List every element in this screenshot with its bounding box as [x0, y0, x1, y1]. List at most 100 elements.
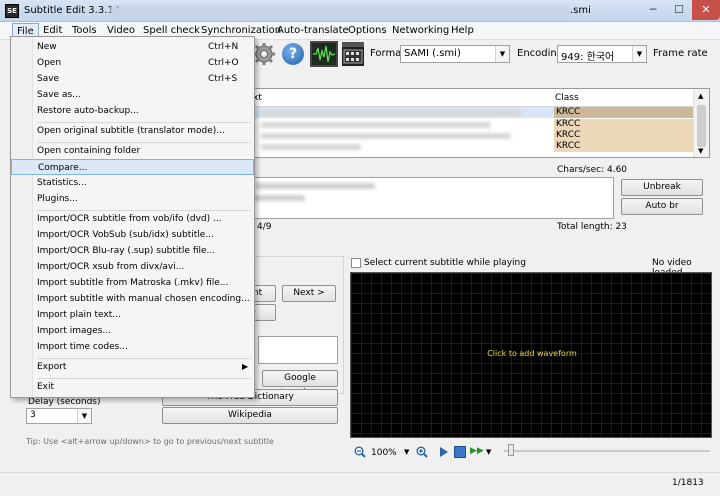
delay-select[interactable]: 3 ▼ — [26, 408, 92, 424]
row-text-blurred — [261, 133, 511, 139]
status-position: 1/1813 — [672, 478, 704, 488]
menu-item-export[interactable]: Export ▶ — [11, 359, 254, 375]
menu-item-plugins[interactable]: Plugins... — [11, 191, 254, 207]
menu-networking[interactable]: Networking — [392, 25, 449, 36]
file-menu-dropdown: New Ctrl+N Open Ctrl+O Save Ctrl+S Save as.… — [10, 36, 255, 398]
select-current-checkbox[interactable] — [351, 258, 361, 268]
position-slider[interactable] — [504, 450, 710, 452]
delay-label: Delay (seconds) — [28, 397, 101, 407]
column-class[interactable]: Class — [555, 93, 579, 103]
menu-item-open[interactable]: Open Ctrl+O — [11, 55, 254, 71]
status-bar: 1/1813 — [0, 472, 720, 496]
menu-item-import-timecodes[interactable]: Import time codes... — [11, 339, 254, 355]
zoom-out-icon[interactable] — [354, 446, 366, 458]
menu-auto-translate[interactable]: Auto-translate — [277, 25, 349, 36]
minimize-button[interactable]: ─ — [640, 0, 666, 20]
app-icon[interactable]: SE — [5, 4, 19, 18]
menu-item-save[interactable]: Save Ctrl+S — [11, 71, 254, 87]
wikipedia-button[interactable]: Wikipedia — [162, 407, 338, 424]
delay-select-value: 3 — [30, 410, 36, 420]
table-row[interactable]: KRCC — [241, 130, 693, 141]
row-text-blurred — [261, 110, 521, 116]
chevron-down-icon: ▼ — [495, 46, 509, 62]
menu-video[interactable]: Video — [107, 25, 135, 36]
menu-item-import-matroska[interactable]: Import subtitle from Matroska (.mkv) fil… — [11, 275, 254, 291]
menu-item-compare[interactable]: Compare... — [11, 159, 254, 175]
table-row[interactable]: KRCC — [241, 107, 693, 118]
menu-item-open-original[interactable]: Open original subtitle (translator mode)… — [11, 123, 254, 139]
menu-tools[interactable]: Tools — [72, 25, 97, 36]
zoom-in-icon[interactable] — [416, 446, 428, 458]
menu-options[interactable]: Options — [348, 25, 387, 36]
next-button[interactable]: Next > — [282, 285, 336, 302]
frame-rate-label: Frame rate — [653, 48, 708, 59]
format-select[interactable]: SAMI (.smi) ▼ — [400, 45, 510, 63]
row-class: KRCC — [554, 119, 693, 130]
subtitle-text-editor[interactable] — [240, 177, 614, 219]
line-info: 4/9 — [257, 222, 272, 232]
table-row[interactable]: KRCC — [241, 141, 693, 152]
menu-item-import-vobsub[interactable]: Import/OCR VobSub (sub/idx) subtitle... — [11, 227, 254, 243]
menu-item-import-xsub[interactable]: Import/OCR xsub from divx/avi... — [11, 259, 254, 275]
menu-item-save-as[interactable]: Save as... — [11, 87, 254, 103]
chevron-down-icon[interactable]: ▼ — [404, 448, 409, 456]
menu-spell-check[interactable]: Spell check — [143, 25, 200, 36]
title-path-blurred — [110, 6, 570, 16]
scroll-thumb[interactable] — [697, 105, 706, 147]
menu-item-import-encoding[interactable]: Import subtitle with manual chosen encod… — [11, 291, 254, 307]
menu-item-statistics[interactable]: Statistics... — [11, 175, 254, 191]
waveform-toggle-icon[interactable] — [310, 41, 338, 67]
menu-synchronization[interactable]: Synchronization — [201, 25, 281, 36]
waveform-panel[interactable]: Click to add waveform — [350, 272, 712, 438]
menu-item-new[interactable]: New Ctrl+N — [11, 39, 254, 55]
list-header: xt Class — [241, 89, 709, 107]
help-icon[interactable]: ? — [282, 43, 304, 65]
total-length: Total length: 23 — [557, 222, 627, 232]
zoom-level[interactable]: 100% — [371, 448, 397, 458]
scroll-down-icon[interactable]: ▼ — [698, 147, 703, 155]
encoding-select-value: 949: 한국어 — [561, 52, 615, 63]
play-icon[interactable] — [440, 447, 448, 457]
search-text-input[interactable] — [258, 336, 338, 364]
menu-item-import-text[interactable]: Import plain text... — [11, 307, 254, 323]
editor-text-blurred — [255, 183, 375, 189]
waveform-hint: Click to add waveform — [487, 349, 577, 358]
list-scrollbar[interactable]: ▲ ▼ — [693, 89, 709, 157]
table-row[interactable]: KRCC — [241, 119, 693, 130]
row-text-blurred — [261, 144, 361, 150]
row-class: KRCC — [554, 141, 693, 152]
chars-per-sec: Chars/sec: 4.60 — [557, 165, 628, 175]
row-class: KRCC — [554, 130, 693, 141]
menu-item-import-vob[interactable]: Import/OCR subtitle from vob/ifo (dvd) .… — [11, 211, 254, 227]
settings-gear-icon[interactable] — [252, 42, 276, 66]
menu-help[interactable]: Help — [451, 25, 474, 36]
unbreak-button[interactable]: Unbreak — [621, 179, 703, 196]
select-current-label: Select current subtitle while playing — [364, 258, 526, 268]
google-translate-button[interactable]: Google translate — [262, 370, 338, 398]
format-select-value: SAMI (.smi) — [404, 48, 461, 59]
submenu-arrow-icon: ▶ — [242, 362, 249, 371]
row-class: KRCC — [554, 107, 693, 118]
menu-item-import-bluray[interactable]: Import/OCR Blu-ray (.sup) subtitle file.… — [11, 243, 254, 259]
menu-edit[interactable]: Edit — [43, 25, 62, 36]
scroll-up-icon[interactable]: ▲ — [698, 92, 703, 100]
chevron-down-icon[interactable]: ▼ — [486, 448, 491, 456]
close-button[interactable]: ✕ — [692, 0, 720, 20]
video-player-icon[interactable] — [342, 42, 364, 66]
chevron-down-icon: ▼ — [632, 46, 646, 62]
subtitle-list[interactable]: xt Class KRCC KRCC KRCC KRCC ▲ ▼ — [240, 88, 710, 158]
title-bar: SE Subtitle Edit 3.3.14 - .smi ─ ☐ ✕ — [0, 0, 720, 22]
row-text-blurred — [261, 122, 491, 128]
chevron-down-icon: ▼ — [77, 409, 91, 423]
menu-item-open-folder[interactable]: Open containing folder — [11, 143, 254, 159]
menu-item-restore-backup[interactable]: Restore auto-backup... — [11, 103, 254, 119]
window-title-ext: .smi — [570, 5, 591, 16]
menu-item-import-images[interactable]: Import images... — [11, 323, 254, 339]
tip-text: Tip: Use <alt+arrow up/down> to go to pr… — [26, 437, 274, 446]
grid-icon[interactable] — [454, 446, 466, 458]
menu-item-exit[interactable]: Exit — [11, 379, 254, 395]
position-slider-thumb[interactable] — [508, 444, 514, 456]
auto-br-button[interactable]: Auto br — [621, 198, 703, 215]
encoding-select[interactable]: 949: 한국어 ▼ — [557, 45, 647, 63]
maximize-button[interactable]: ☐ — [666, 0, 692, 20]
